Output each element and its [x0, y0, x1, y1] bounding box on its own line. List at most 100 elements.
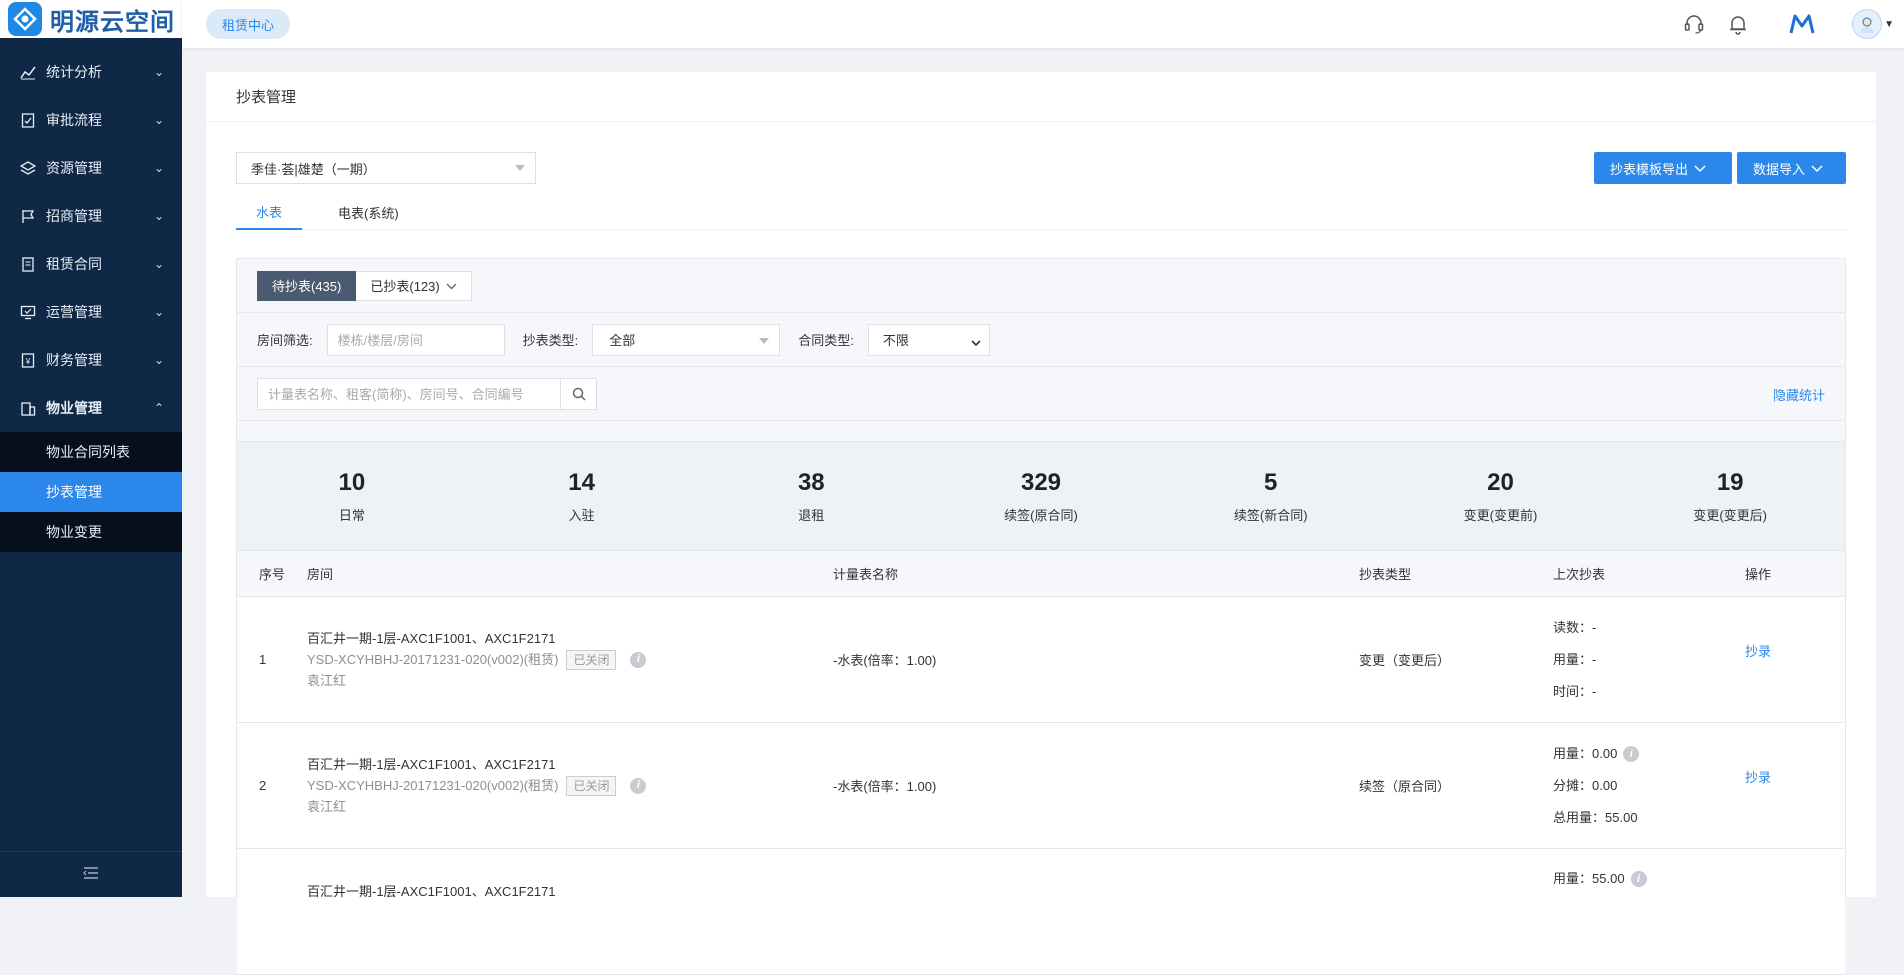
- meter-name: -水表(倍率：1.00): [833, 653, 937, 668]
- reading-type-select[interactable]: 全部: [592, 323, 781, 356]
- brand-m-icon[interactable]: [1788, 10, 1816, 38]
- last-reading-line: 分摊： 0.00: [1553, 770, 1745, 802]
- contract-code[interactable]: YSD-XCYHBHJ-20171231-020(v002)(租赁): [307, 775, 558, 796]
- info-icon[interactable]: i: [1630, 871, 1647, 887]
- document-icon: [20, 256, 36, 272]
- chevron-down-icon: [1811, 161, 1823, 176]
- stat-label: 入驻: [568, 507, 595, 523]
- property-submenu: 物业合同列表 抄表管理 物业变更: [0, 432, 182, 552]
- kv-value: 0.00: [1592, 745, 1618, 761]
- stats-bar: 10 日常 14 入驻 38 退租 329 续签(原合同) 5 续签(新合同) 20 变更(…: [237, 441, 1845, 551]
- search-input[interactable]: 计量表名称、租客(简称)、房间号、合同编号: [257, 377, 597, 410]
- main-card: 抄表管理 季佳·荟|雄楚（一期） 抄表模板导出 数据导入 水表 电表(系统) 待…: [206, 72, 1876, 975]
- sidebar-item-operations[interactable]: 运营管理 ⌄: [0, 288, 182, 336]
- status-badge: 已关闭: [566, 649, 617, 670]
- kv-value: 55.00: [1605, 809, 1638, 825]
- sidebar-item-leasing[interactable]: 招商管理 ⌄: [0, 192, 182, 240]
- export-template-button[interactable]: 抄表模板导出: [1594, 152, 1732, 184]
- sidebar-item-resources[interactable]: 资源管理 ⌄: [0, 144, 182, 192]
- record-reading-link[interactable]: 抄录: [1745, 644, 1771, 659]
- info-icon[interactable]: i: [630, 651, 647, 668]
- last-reading-line: 用量： 55.00 i: [1553, 863, 1745, 895]
- col-last-reading: 上次抄表: [1553, 567, 1606, 582]
- table-row: 2 百汇井一期-1层-AXC1F1001、AXC1F2171 YSD-XCYHB…: [237, 723, 1845, 849]
- last-reading-line: 总用量： 55.00: [1553, 802, 1745, 834]
- info-icon[interactable]: i: [1623, 745, 1640, 762]
- room-filter-placeholder: 楼栋/楼层/房间: [337, 333, 423, 348]
- project-select[interactable]: 季佳·荟|雄楚（一期）: [236, 152, 536, 184]
- kv-key: 用量：: [1553, 745, 1593, 761]
- sidebar-item-contracts[interactable]: 租赁合同 ⌄: [0, 240, 182, 288]
- actions-cell: 抄录: [1745, 641, 1845, 678]
- logo[interactable]: 明源云空间: [0, 0, 182, 38]
- stat-item[interactable]: 329 续签(原合同): [926, 442, 1156, 550]
- kv-key: 时间：: [1553, 683, 1593, 699]
- done-toggle[interactable]: 已抄表(123): [356, 270, 472, 301]
- stat-item[interactable]: 14 入驻: [467, 442, 697, 550]
- room-name: 百汇井一期-1层-AXC1F1001、AXC1F2171: [307, 631, 556, 646]
- search-icon[interactable]: [560, 378, 596, 409]
- stat-item[interactable]: 10 日常: [237, 442, 467, 550]
- chart-icon: [20, 64, 36, 80]
- reading-panel: 待抄表(435) 已抄表(123) 房间筛选: 楼栋/楼层/房间 抄表类型: 全…: [236, 258, 1846, 975]
- col-type: 抄表类型: [1359, 567, 1412, 582]
- room-filter-input[interactable]: 楼栋/楼层/房间: [326, 323, 505, 356]
- kv-key: 分摊：: [1553, 777, 1593, 793]
- chevron-up-icon: ⌃: [153, 401, 164, 415]
- tab-electric-meter[interactable]: 电表(系统): [318, 194, 419, 230]
- contract-type-select[interactable]: 不限: [867, 323, 990, 356]
- kv-key: 总用量：: [1553, 809, 1606, 825]
- hide-stats-link[interactable]: 隐藏统计: [1773, 385, 1825, 404]
- pending-toggle[interactable]: 待抄表(435): [257, 270, 357, 301]
- info-icon[interactable]: i: [630, 777, 647, 794]
- chevron-down-icon: ⌄: [153, 353, 164, 367]
- sidebar-item-approval[interactable]: 审批流程 ⌄: [0, 96, 182, 144]
- stat-label: 续签(新合同): [1233, 507, 1308, 523]
- reading-type: 续签（原合同）: [1359, 779, 1451, 794]
- stat-item[interactable]: 5 续签(新合同): [1156, 442, 1386, 550]
- data-import-button[interactable]: 数据导入: [1737, 152, 1846, 184]
- sidebar-item-label: 招商管理: [46, 208, 102, 224]
- sidebar-item-property[interactable]: 物业管理 ⌃: [0, 384, 182, 432]
- logo-icon: [8, 2, 42, 36]
- tab-water-meter[interactable]: 水表: [236, 194, 303, 230]
- collapse-sidebar-button[interactable]: [0, 851, 182, 897]
- tenant-name: 袁江红: [307, 673, 347, 688]
- avatar[interactable]: [1852, 9, 1883, 39]
- stat-item[interactable]: 20 变更(变更前): [1386, 442, 1616, 550]
- headset-icon[interactable]: [1680, 10, 1708, 38]
- stat-value: 329: [1020, 468, 1062, 496]
- room-name: 百汇井一期-1层-AXC1F1001、AXC1F2171: [307, 884, 556, 899]
- stat-value: 14: [568, 468, 595, 496]
- kv-value: 0.00: [1592, 777, 1618, 793]
- sidebar-item-finance[interactable]: ¥ 财务管理 ⌄: [0, 336, 182, 384]
- kv-key: 读数：: [1553, 619, 1593, 635]
- sidebar-item-stats[interactable]: 统计分析 ⌄: [0, 48, 182, 96]
- sidebar-subitem-property-contracts[interactable]: 物业合同列表: [0, 432, 182, 472]
- sidebar-item-label: 租赁合同: [46, 256, 102, 272]
- last-reading-cell: 用量： 0.00 i 分摊： 0.00 总用量： 55.00: [1553, 738, 1745, 834]
- sidebar-subitem-meter-reading[interactable]: 抄表管理: [0, 472, 182, 512]
- row-no: 2: [259, 778, 267, 793]
- kv-key: 用量：: [1553, 651, 1593, 667]
- contract-code[interactable]: YSD-XCYHBHJ-20171231-020(v002)(租赁): [307, 649, 558, 670]
- sidebar-item-label: 物业管理: [46, 400, 102, 416]
- status-toggle: 待抄表(435) 已抄表(123): [237, 259, 1845, 313]
- rental-center-tag[interactable]: 租赁中心: [206, 9, 291, 39]
- bell-icon[interactable]: [1724, 10, 1752, 38]
- chevron-down-icon: [446, 278, 457, 293]
- col-meter: 计量表名称: [833, 567, 899, 582]
- stat-item[interactable]: 38 退租: [696, 442, 926, 550]
- sidebar: 明源云空间 统计分析 ⌄ 审批流程 ⌄ 资源管理 ⌄ 招商管理 ⌄ 租赁合同 ⌄: [0, 0, 182, 897]
- chevron-down-icon[interactable]: ▼: [1884, 19, 1894, 30]
- contract-code-line: YSD-XCYHBHJ-20171231-020(v002)(租赁) 已关闭 i: [307, 775, 833, 796]
- export-template-label: 抄表模板导出: [1610, 161, 1689, 177]
- record-reading-link[interactable]: 抄录: [1745, 770, 1771, 785]
- stat-item[interactable]: 19 变更(变更后): [1615, 442, 1845, 550]
- sidebar-subitem-property-change[interactable]: 物业变更: [0, 512, 182, 552]
- sidebar-item-label: 财务管理: [46, 352, 102, 368]
- stat-label: 退租: [798, 507, 825, 523]
- kv-key: 用量：: [1553, 871, 1593, 886]
- room-name: 百汇井一期-1层-AXC1F1001、AXC1F2171: [307, 757, 556, 772]
- room-cell: 百汇井一期-1层-AXC1F1001、AXC1F2171 YSD-XCYHBHJ…: [307, 628, 833, 691]
